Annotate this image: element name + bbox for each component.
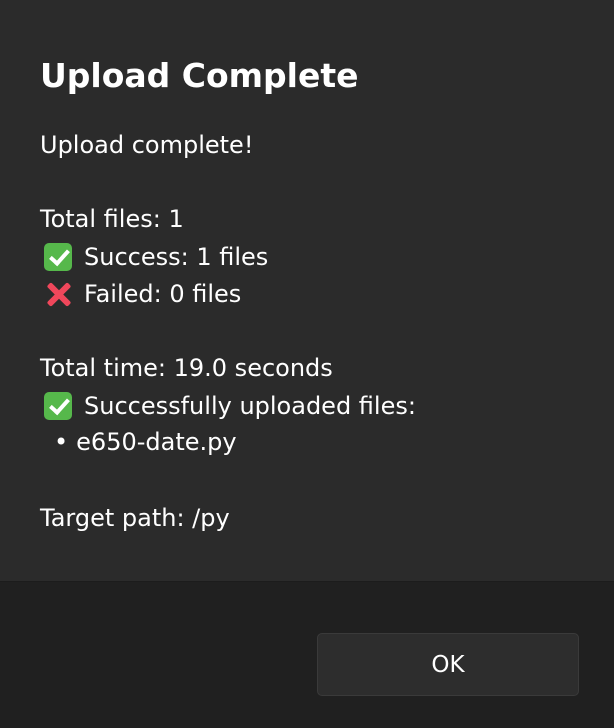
headline-label: Upload complete! <box>40 131 254 159</box>
total-time-text: Total time: 19.0 seconds <box>40 352 333 384</box>
target-path-label: Target path: /py <box>40 504 230 532</box>
headline-text: Upload complete! <box>40 129 253 161</box>
uploaded-heading-line: Successfully uploaded files: <box>40 390 416 422</box>
upload-complete-dialog: Upload Complete Upload complete! Total f… <box>0 0 614 728</box>
uploaded-heading-label: Successfully uploaded files: <box>84 392 416 420</box>
cross-mark-icon <box>44 280 72 308</box>
bullet-icon: • <box>54 428 69 456</box>
dialog-content: Upload Complete Upload complete! Total f… <box>0 0 614 581</box>
ok-button[interactable]: OK <box>317 633 579 696</box>
check-mark-icon <box>44 392 72 420</box>
check-mark-icon <box>44 243 72 271</box>
dialog-title: Upload Complete <box>40 56 359 95</box>
uploaded-file-name: e650-date.py <box>76 428 237 456</box>
total-files-label: Total files: 1 <box>40 205 184 233</box>
uploaded-file-item: • e650-date.py <box>40 426 237 458</box>
dialog-footer: OK <box>0 581 614 728</box>
target-path-text: Target path: /py <box>40 502 230 534</box>
total-files-text: Total files: 1 <box>40 203 184 235</box>
success-line: Success: 1 files <box>40 241 268 273</box>
total-time-label: Total time: 19.0 seconds <box>40 354 333 382</box>
failed-label: Failed: 0 files <box>84 280 242 308</box>
success-label: Success: 1 files <box>84 243 269 271</box>
failed-line: Failed: 0 files <box>40 278 241 310</box>
